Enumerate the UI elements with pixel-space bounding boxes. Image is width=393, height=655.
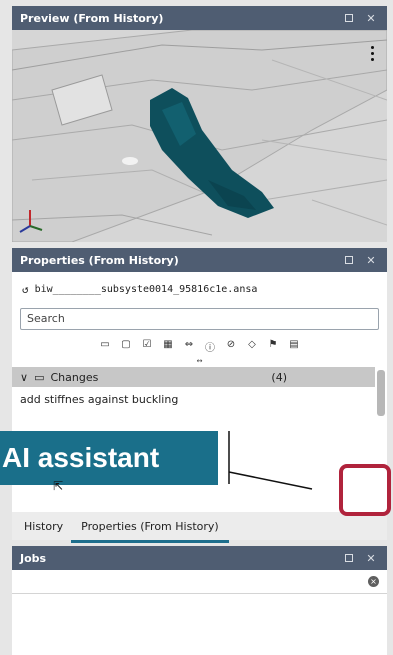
scrollbar-thumb[interactable]	[377, 370, 385, 416]
jobs-panel: Jobs ✕ ×	[12, 546, 387, 655]
ai-assistant-highlight	[339, 464, 391, 516]
clear-icon[interactable]: ×	[368, 576, 379, 587]
ai-assistant-callout: AI assistant	[0, 431, 218, 485]
document-icon[interactable]: ▤	[287, 339, 301, 355]
preview-title: Preview (From History)	[20, 11, 164, 25]
info-icon[interactable]: ⓘ	[203, 339, 217, 355]
splitter-handle[interactable]: ↔	[12, 357, 387, 365]
jobs-filter-bar[interactable]: ×	[12, 570, 387, 594]
mouse-cursor-icon: ⇱	[53, 479, 64, 493]
comment-outline-icon[interactable]: ▢	[119, 339, 133, 355]
float-window-icon[interactable]	[341, 552, 357, 565]
close-icon[interactable]: ✕	[363, 552, 379, 565]
search-input[interactable]: Search	[20, 308, 379, 330]
model-render	[12, 30, 387, 242]
properties-titlebar: Properties (From History) ✕	[12, 248, 387, 272]
viewport-menu-icon[interactable]	[371, 46, 375, 64]
checkbox-icon[interactable]: ☑	[140, 339, 154, 355]
comment-icon[interactable]: ▭	[98, 339, 112, 355]
flag-icon[interactable]: ⚑	[266, 339, 280, 355]
file-name: biw________subsyste0014_95816c1e.ansa	[34, 283, 258, 295]
grid-icon[interactable]: ▦	[161, 339, 175, 355]
search-placeholder: Search	[27, 312, 65, 325]
jobs-title: Jobs	[20, 551, 47, 565]
diff-icon[interactable]: ⇔	[182, 339, 196, 355]
changes-count: (4)	[271, 370, 287, 384]
revert-icon[interactable]: ↺	[22, 283, 29, 296]
properties-toolbar: ▭ ▢ ☑ ▦ ⇔ ⓘ ⊘ ◇ ⚑ ▤	[12, 339, 387, 355]
changes-label: Changes	[50, 370, 99, 384]
tab-history[interactable]: History	[24, 516, 63, 537]
file-path: ↺ biw________subsyste0014_95816c1e.ansa	[12, 276, 387, 302]
tab-properties-from-history[interactable]: Properties (From History)	[71, 516, 229, 543]
close-icon[interactable]: ✕	[363, 254, 379, 267]
properties-title: Properties (From History)	[20, 253, 179, 267]
jobs-titlebar: Jobs ✕	[12, 546, 387, 570]
3d-viewport[interactable]	[12, 30, 387, 242]
changes-section-header[interactable]: ∨ ▭ Changes (4)	[12, 367, 375, 387]
attach-icon[interactable]: ⊘	[224, 339, 238, 355]
preview-panel: Preview (From History) ✕	[12, 6, 387, 242]
code-icon[interactable]: ◇	[245, 339, 259, 355]
comment-icon: ▭	[34, 370, 45, 384]
float-window-icon[interactable]	[341, 12, 357, 25]
properties-panel: Properties (From History) ✕ ↺ biw_______…	[12, 248, 387, 540]
change-description: add stiffnes against buckling	[20, 393, 179, 406]
preview-titlebar: Preview (From History) ✕	[12, 6, 387, 30]
bottom-tabs: History Properties (From History)	[12, 512, 387, 543]
float-window-icon[interactable]	[341, 254, 357, 267]
close-icon[interactable]: ✕	[363, 12, 379, 25]
chevron-down-icon[interactable]: ∨	[20, 371, 28, 384]
